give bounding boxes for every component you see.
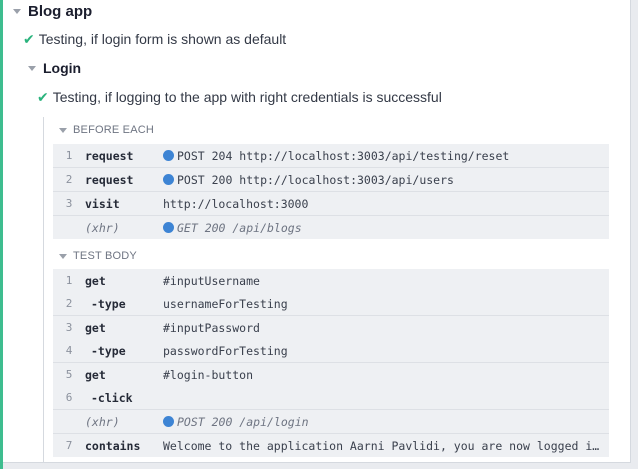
- command-message: POST 200 /api/login: [163, 415, 603, 429]
- command-number: 2: [65, 173, 73, 186]
- test-item-1[interactable]: ✔ Testing, if login form is shown as def…: [23, 30, 286, 48]
- command-row[interactable]: 2 request POST 200 http://localhost:3003…: [53, 168, 609, 192]
- panel-bottom-border: [3, 462, 631, 469]
- command-number: 5: [65, 368, 73, 381]
- command-name: (xhr): [85, 220, 120, 235]
- command-number: 6: [65, 391, 73, 404]
- command-name: visit: [85, 196, 120, 211]
- command-name: contains: [85, 438, 141, 453]
- command-row[interactable]: 4 -type passwordForTesting: [53, 339, 609, 363]
- command-row[interactable]: 6 -click: [53, 386, 609, 410]
- test-body-divider: [43, 117, 44, 462]
- suite-title: Blog app: [28, 2, 93, 20]
- command-name: -type: [91, 296, 126, 311]
- command-name: request: [85, 172, 134, 187]
- command-message: GET 200 /api/blogs: [163, 221, 603, 235]
- test-title: Testing, if login form is shown as defau…: [38, 31, 287, 47]
- hook-label: BEFORE EACH: [73, 124, 155, 136]
- command-row[interactable]: 2 -type usernameForTesting: [53, 292, 609, 316]
- hook-test-body[interactable]: TEST BODY: [59, 249, 137, 263]
- check-icon: ✔: [23, 30, 35, 47]
- scrollbar-track[interactable]: [630, 0, 638, 469]
- caret-down-icon: [59, 253, 67, 259]
- command-message: POST 200 http://localhost:3003/api/users: [163, 173, 603, 187]
- command-message: passwordForTesting: [163, 343, 288, 358]
- request-dot-icon: [163, 174, 174, 185]
- command-row[interactable]: 7 contains Welcome to the application Aa…: [53, 434, 609, 457]
- command-message: POST 204 http://localhost:3003/api/testi…: [163, 149, 603, 163]
- command-message: Welcome to the application Aarni Pavlidi…: [163, 438, 603, 453]
- suite-status-bar: [0, 0, 3, 469]
- command-row-xhr[interactable]: (xhr) GET 200 /api/blogs: [53, 216, 609, 239]
- command-row[interactable]: 1 get #inputUsername: [53, 269, 609, 292]
- command-message: http://localhost:3000: [163, 196, 309, 211]
- caret-down-icon: [59, 127, 67, 133]
- command-number: 3: [65, 197, 73, 210]
- command-number: 1: [65, 274, 73, 287]
- command-message: #inputUsername: [163, 273, 260, 288]
- command-number: 2: [65, 297, 73, 310]
- subsuite-title: Login: [43, 60, 82, 76]
- suite-header[interactable]: Blog app: [13, 2, 92, 20]
- command-row[interactable]: 3 visit http://localhost:3000: [53, 192, 609, 216]
- command-message: usernameForTesting: [163, 296, 288, 311]
- command-number: 3: [65, 321, 73, 334]
- command-name: request: [85, 148, 134, 163]
- hook-before-each[interactable]: BEFORE EACH: [59, 123, 154, 137]
- caret-down-icon: [13, 8, 21, 14]
- command-row[interactable]: 1 request POST 204 http://localhost:3003…: [53, 144, 609, 168]
- command-message: #inputPassword: [163, 320, 260, 335]
- test-item-login[interactable]: ✔ Testing, if logging to the app with ri…: [37, 88, 442, 106]
- hook-label: TEST BODY: [73, 250, 137, 262]
- request-dot-icon: [163, 222, 174, 233]
- command-message: #login-button: [163, 367, 254, 382]
- check-icon: ✔: [37, 88, 49, 105]
- request-dot-icon: [163, 416, 174, 427]
- caret-down-icon: [28, 65, 36, 71]
- command-name: get: [85, 273, 106, 288]
- subsuite-header[interactable]: Login: [28, 59, 81, 77]
- command-name: get: [85, 320, 106, 335]
- command-number: 4: [65, 344, 73, 357]
- command-row[interactable]: 3 get #inputPassword: [53, 316, 609, 339]
- command-number: 1: [65, 149, 73, 162]
- command-number: 7: [65, 439, 73, 452]
- command-name: get: [85, 367, 106, 382]
- command-row-xhr[interactable]: (xhr) POST 200 /api/login: [53, 410, 609, 434]
- command-row[interactable]: 5 get #login-button: [53, 363, 609, 386]
- command-name: -type: [91, 343, 126, 358]
- request-dot-icon: [163, 150, 174, 161]
- test-title: Testing, if logging to the app with righ…: [52, 89, 442, 105]
- command-name: (xhr): [85, 414, 120, 429]
- command-name: -click: [91, 390, 133, 405]
